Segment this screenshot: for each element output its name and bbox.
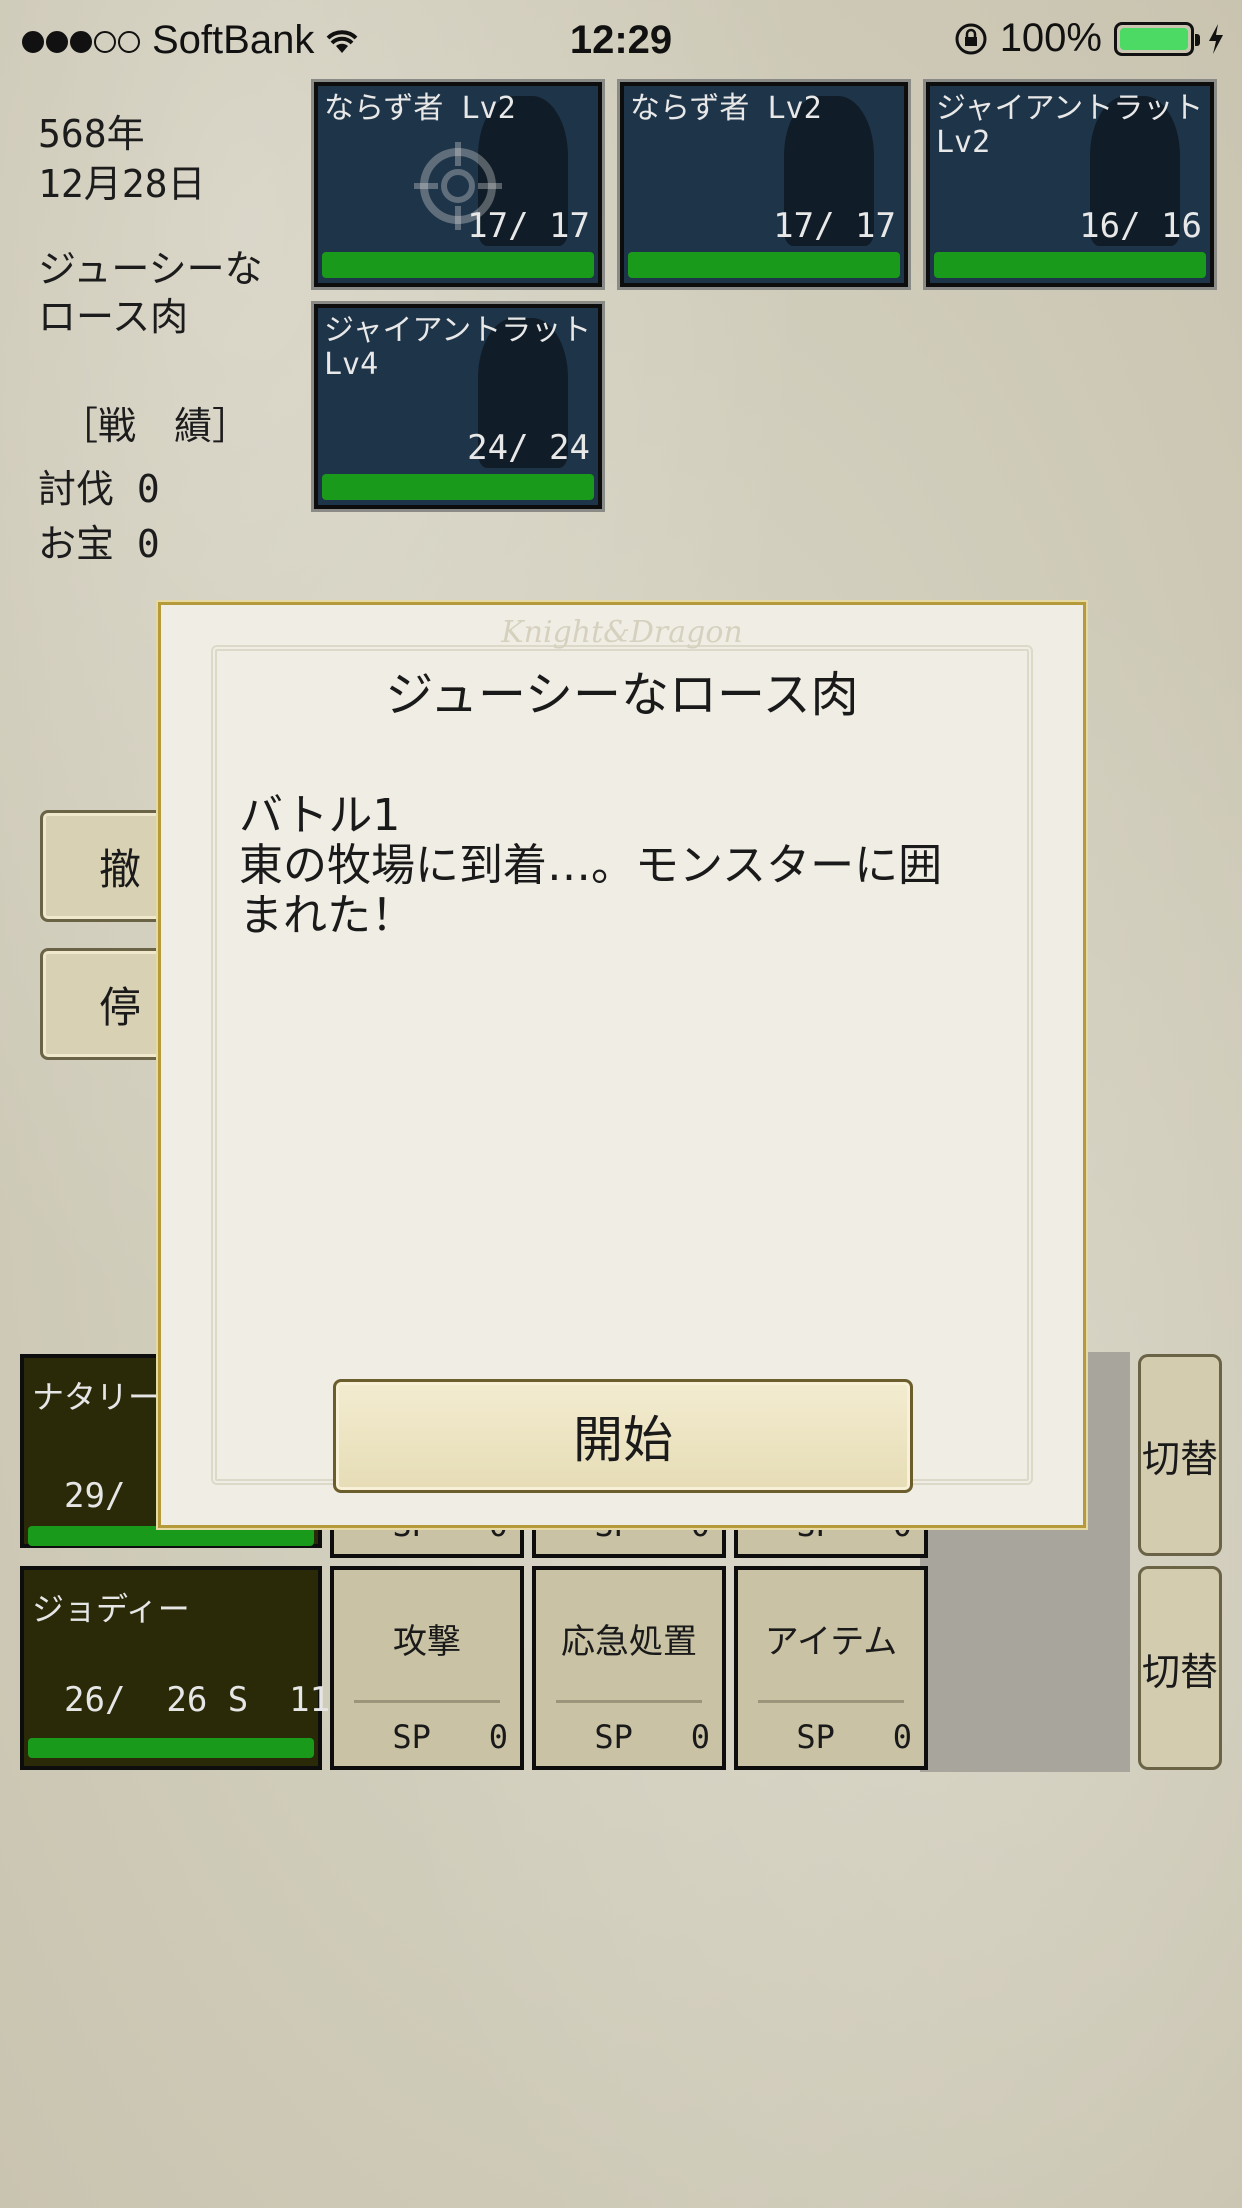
dialog-brand-watermark: Knight&Dragon [501,615,743,650]
party-member-hp-bar [28,1738,314,1758]
retreat-label: 撤 [98,844,141,894]
enemy-hp: 17/ 17 [773,206,896,246]
battle-intro-dialog: Knight&Dragon ジューシーなロース肉 バトル1 東の牧場に到着…。モ… [156,600,1088,1530]
enemy-hp: 24/ 24 [467,428,590,468]
enemy-hp-bar [322,474,594,500]
battery-icon [1114,21,1200,56]
enemy-name: ならず者 Lv2 [630,91,822,126]
enemy-card[interactable]: ならず者 Lv2 17/ 17 [617,79,911,290]
skill-sp: SP 0 [392,1718,508,1756]
skill-ornament [556,1700,702,1703]
quest-name-line1: ジューシーな [38,247,263,291]
enemy-hp-bar [628,252,900,278]
kills-count: 討伐 0 [38,467,160,511]
dialog-body: バトル1 東の牧場に到着…。モンスターに囲 まれた！ [239,790,943,941]
party-member-hp-bar [28,1526,314,1546]
skill-label: 攻撃 [393,1622,461,1662]
skill-ornament [758,1700,904,1703]
start-button[interactable]: 開始 [333,1379,913,1493]
enemy-hp-bar [322,252,594,278]
battery-percent: 100% [999,16,1102,60]
enemy-card[interactable]: ジャイアントラット Lv4 24/ 24 [311,301,610,512]
skill-sp: SP 0 [594,1718,710,1756]
quest-name-line2: ロース肉 [38,295,189,339]
skill-card[interactable]: 応急処置 SP 0 [532,1566,726,1770]
enemy-name: ジャイアントラット Lv2 [936,91,1222,160]
enemy-hp: 17/ 17 [467,206,590,246]
skill-label: アイテム [764,1622,898,1662]
skill-card[interactable]: 攻撃 SP 0 [330,1566,524,1770]
dialog-ornament-frame [211,645,1033,1485]
enemy-name: ならず者 Lv2 [324,91,516,126]
enemy-name: ジャイアントラット Lv4 [324,313,610,382]
party-member-stat: 26/ 26 S 11 [64,1680,331,1720]
enemy-card[interactable]: ジャイアントラット Lv2 16/ 16 [923,79,1222,290]
orientation-lock-icon [955,23,987,54]
switch-button[interactable]: 切替 [1138,1354,1222,1556]
start-button-label: 開始 [573,1411,673,1469]
skill-card[interactable]: アイテム SP 0 [734,1566,928,1770]
stop-label: 停 [98,982,141,1032]
skill-label: 応急処置 [561,1622,697,1662]
skill-ornament [354,1700,500,1703]
enemy-hp-bar [934,252,1206,278]
enemy-hp: 16/ 16 [1079,206,1202,246]
treasure-count: お宝 0 [38,522,160,566]
switch-button[interactable]: 切替 [1138,1566,1222,1770]
party-member-card[interactable]: ジョディー 26/ 26 S 11 [20,1566,330,1770]
status-bar: SoftBank 12:29 100% [0,0,1242,80]
record-header: ［戦 績］ [60,404,251,448]
party-member-stat: 29/ [64,1476,126,1516]
enemy-card[interactable]: ならず者 Lv2 17/ 17 [311,79,605,290]
dialog-title: ジューシーなロース肉 [385,667,859,723]
party-member-name: ジョディー [32,1590,190,1628]
party-member-name: ナタリー [32,1378,161,1416]
switch-label: 切替 [1141,1649,1218,1694]
skill-sp: SP 0 [796,1718,912,1756]
charging-icon [1209,23,1223,54]
switch-label: 切替 [1141,1436,1218,1481]
status-right: 100% [954,16,1226,61]
date-day: 12月28日 [38,162,206,206]
date-year: 568年 [38,112,145,156]
